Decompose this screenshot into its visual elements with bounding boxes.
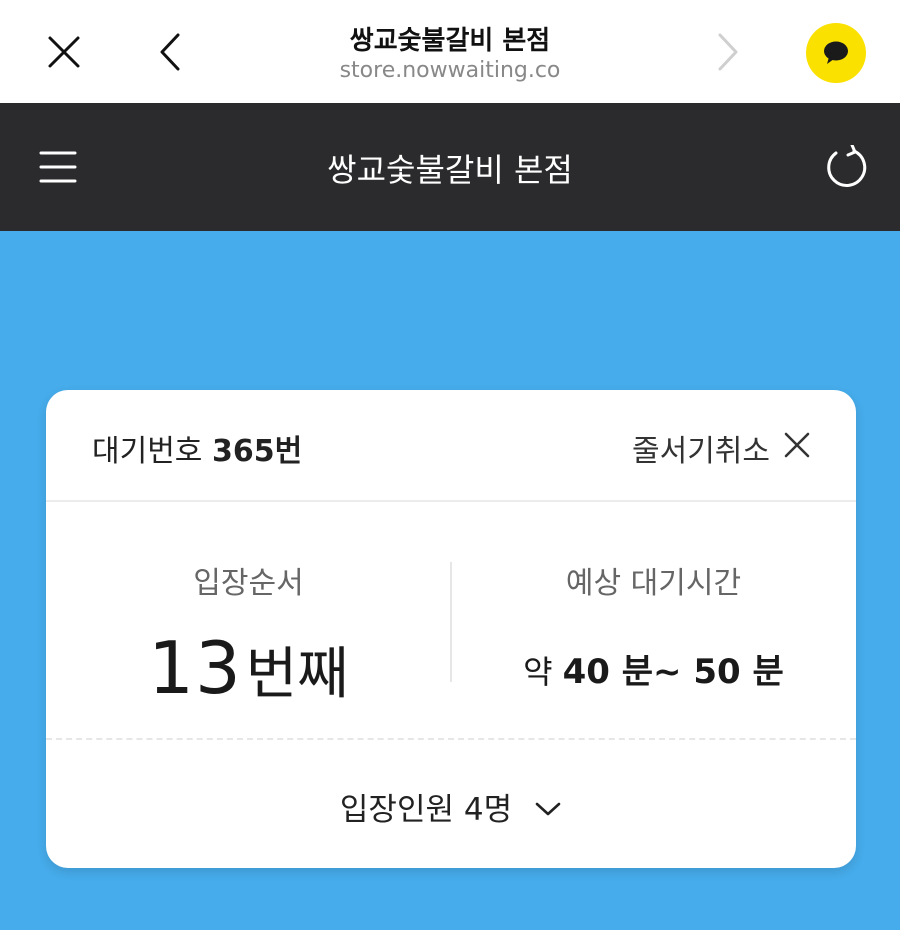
page-title: 쌍교숯불갈비 본점 <box>327 151 573 189</box>
estimated-wait-prefix: 약 <box>523 653 553 691</box>
party-size-label: 입장인원 4명 <box>339 792 513 828</box>
party-size-toggle[interactable]: 입장인원 4명 <box>46 784 856 829</box>
estimated-wait-range: 40 분~ 50 분 <box>562 652 784 692</box>
card-header: 대기번호 365번 줄서기취소 <box>46 390 856 502</box>
menu-icon[interactable] <box>32 141 84 193</box>
estimated-wait-section: 예상 대기시간 약 40 분~ 50 분 <box>451 558 856 693</box>
entry-order-section: 입장순서 13번째 <box>46 558 451 710</box>
chevron-down-icon <box>534 789 562 825</box>
entry-order-label: 입장순서 <box>193 566 304 601</box>
close-icon <box>784 431 810 466</box>
entry-order-value: 13번째 <box>46 626 451 710</box>
wait-number: 대기번호 365번 <box>92 426 302 470</box>
wait-number-value: 365번 <box>211 434 303 469</box>
waiting-card: 대기번호 365번 줄서기취소 입장순서 13번째 예상 대기시간 약 40 분~… <box>46 390 856 868</box>
app-header: 쌍교숯불갈비 본점 <box>0 103 900 231</box>
wait-number-label: 대기번호 <box>92 434 203 469</box>
close-icon[interactable] <box>40 28 88 76</box>
estimated-wait-value: 약 40 분~ 50 분 <box>451 644 856 693</box>
entry-order-unit: 번째 <box>245 642 349 707</box>
refresh-icon[interactable] <box>820 141 872 193</box>
browser-bar: 쌍교숯불갈비 본점 store.nowwaiting.co <box>0 0 900 103</box>
cancel-queue-button[interactable]: 줄서기취소 <box>632 426 810 470</box>
back-icon[interactable] <box>146 28 194 76</box>
browser-page-title: 쌍교숯불갈비 본점 <box>349 26 551 56</box>
cancel-queue-label: 줄서기취소 <box>632 434 770 469</box>
estimated-wait-label: 예상 대기시간 <box>565 566 742 601</box>
forward-icon[interactable] <box>704 28 752 76</box>
kakaotalk-icon[interactable] <box>806 23 866 83</box>
entry-order-number: 13 <box>148 626 242 710</box>
browser-url[interactable]: store.nowwaiting.co <box>250 58 650 83</box>
dashed-divider <box>46 738 856 740</box>
